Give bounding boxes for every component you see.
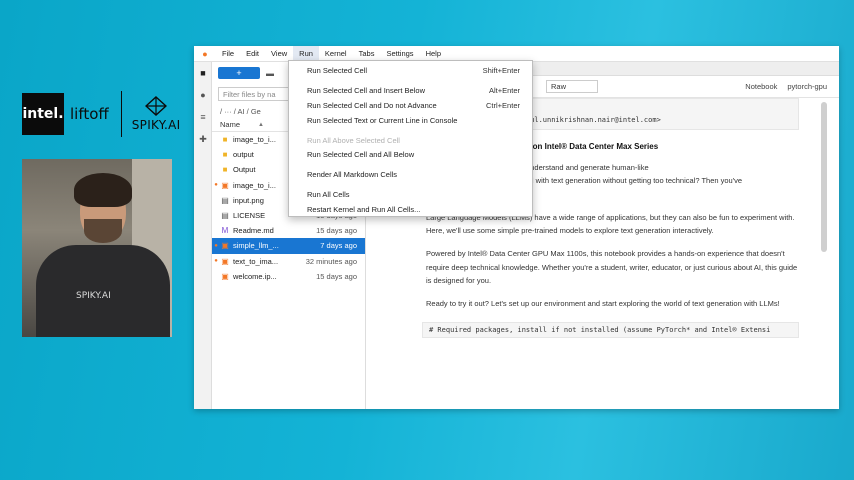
- toc-icon[interactable]: ≡: [194, 106, 212, 128]
- file-row[interactable]: ● ▣ simple_llm_... 7 days ago: [212, 238, 365, 254]
- menu-item-label: Run Selected Cell: [307, 66, 368, 75]
- sort-arrow-icon: ▲: [258, 121, 264, 128]
- kernel-name[interactable]: pytorch-gpu: [787, 82, 827, 91]
- menu-item-label: Run Selected Text or Current Line in Con…: [307, 116, 458, 125]
- file-name: text_to_ima...: [233, 256, 279, 266]
- file-name: Readme.md: [233, 226, 274, 236]
- left-activity-bar: ■ ● ≡ ✚: [194, 62, 212, 409]
- file-name: simple_llm_...: [233, 241, 279, 251]
- file-icon: ▤: [221, 195, 229, 205]
- menu-item-label: Run Selected Cell and Insert Below: [307, 86, 425, 95]
- spiky-logo: SPIKY.AI: [132, 96, 181, 132]
- run-menu-item[interactable]: Render All Markdown Cells: [307, 170, 520, 179]
- folder-icon: ■: [222, 135, 228, 145]
- notebook-icon: ▣: [221, 180, 229, 190]
- menu-item-label: Run All Above Selected Cell: [307, 136, 400, 145]
- file-row[interactable]: ▣ welcome.ip... 15 days ago: [212, 269, 365, 284]
- menu-item-label: Run All Cells: [307, 190, 350, 199]
- run-menu-item[interactable]: Run Selected Cell and Do not Advance Ctrl…: [307, 101, 520, 110]
- file-row[interactable]: ● ▣ text_to_ima... 32 minutes ago: [212, 254, 365, 269]
- notebook-icon: ▣: [221, 256, 229, 266]
- menu-edit[interactable]: Edit: [240, 46, 265, 62]
- run-menu-item[interactable]: Run Selected Cell Shift+Enter: [307, 66, 520, 75]
- folder-icon: ■: [222, 150, 228, 160]
- run-menu-item[interactable]: Run All Cells: [307, 190, 520, 199]
- presenter-video: SPIKY.AI: [22, 159, 172, 337]
- run-menu: Run Selected Cell Shift+Enter Run Selected…: [288, 60, 533, 217]
- folder-icon: ■: [222, 165, 228, 175]
- file-name: welcome.ip...: [233, 271, 277, 281]
- menu-file[interactable]: File: [216, 46, 240, 62]
- file-modified: 15 days ago: [316, 271, 357, 281]
- jupyter-logo-icon: ●: [202, 48, 208, 59]
- new-launcher-button[interactable]: +: [218, 67, 260, 79]
- file-row[interactable]: M Readme.md 15 days ago: [212, 223, 365, 238]
- running-indicator-icon: ●: [214, 258, 218, 265]
- file-modified: 15 days ago: [316, 226, 357, 236]
- file-modified: 7 days ago: [320, 241, 357, 251]
- folder-icon[interactable]: ■: [194, 62, 212, 84]
- markdown-icon: M: [221, 226, 229, 236]
- menu-item-shortcut: Shift+Enter: [482, 66, 520, 75]
- running-icon[interactable]: ●: [194, 84, 212, 106]
- menu-item-label: Restart Kernel and Run All Cells...: [307, 205, 421, 214]
- menu-item-label: Render All Markdown Cells: [307, 170, 398, 179]
- running-indicator-icon: ●: [214, 182, 218, 189]
- brand-logos: intel. liftoff SPIKY.AI: [22, 91, 181, 137]
- scrollbar[interactable]: [821, 102, 827, 252]
- code-cell-install[interactable]: # Required packages, install if not inst…: [422, 321, 799, 338]
- spiky-label: SPIKY.AI: [131, 118, 181, 132]
- spiky-icon: [145, 96, 168, 116]
- name-column-header[interactable]: Name: [220, 120, 240, 129]
- file-icon: ▤: [221, 211, 229, 221]
- running-indicator-icon: ●: [214, 242, 218, 249]
- notebook-icon: ▣: [221, 271, 229, 281]
- new-folder-icon[interactable]: ▬: [266, 69, 274, 78]
- shirt-logo: SPIKY.AI: [76, 291, 111, 301]
- run-menu-item[interactable]: Run Selected Cell and Insert Below Alt+En…: [307, 86, 520, 95]
- brand-divider: [120, 91, 122, 137]
- run-menu-item[interactable]: Restart Kernel and Run All Cells...: [307, 205, 520, 214]
- intel-logo: intel.: [22, 93, 64, 135]
- extensions-icon[interactable]: ✚: [194, 128, 212, 150]
- run-menu-item[interactable]: Run Selected Text or Current Line in Con…: [307, 116, 520, 125]
- run-menu-item[interactable]: Run Selected Cell and All Below: [307, 150, 520, 159]
- run-menu-item[interactable]: Run All Above Selected Cell: [307, 136, 520, 145]
- notebook-label[interactable]: Notebook: [745, 82, 777, 91]
- cell-type-select[interactable]: Raw: [546, 80, 598, 93]
- menu-item-label: Run Selected Cell and All Below: [307, 150, 415, 159]
- menu-item-shortcut: Ctrl+Enter: [486, 101, 520, 110]
- ready-paragraph: Ready to try it out? Let's set up our en…: [426, 299, 780, 309]
- notebook-icon: ▣: [221, 241, 229, 251]
- menu-item-shortcut: Alt+Enter: [488, 86, 520, 95]
- powered-paragraph: Powered by Intel® Data Center GPU Max 11…: [426, 249, 798, 286]
- liftoff-label: liftoff: [70, 105, 109, 123]
- menu-item-label: Run Selected Cell and Do not Advance: [307, 101, 437, 110]
- file-modified: 32 minutes ago: [305, 256, 357, 266]
